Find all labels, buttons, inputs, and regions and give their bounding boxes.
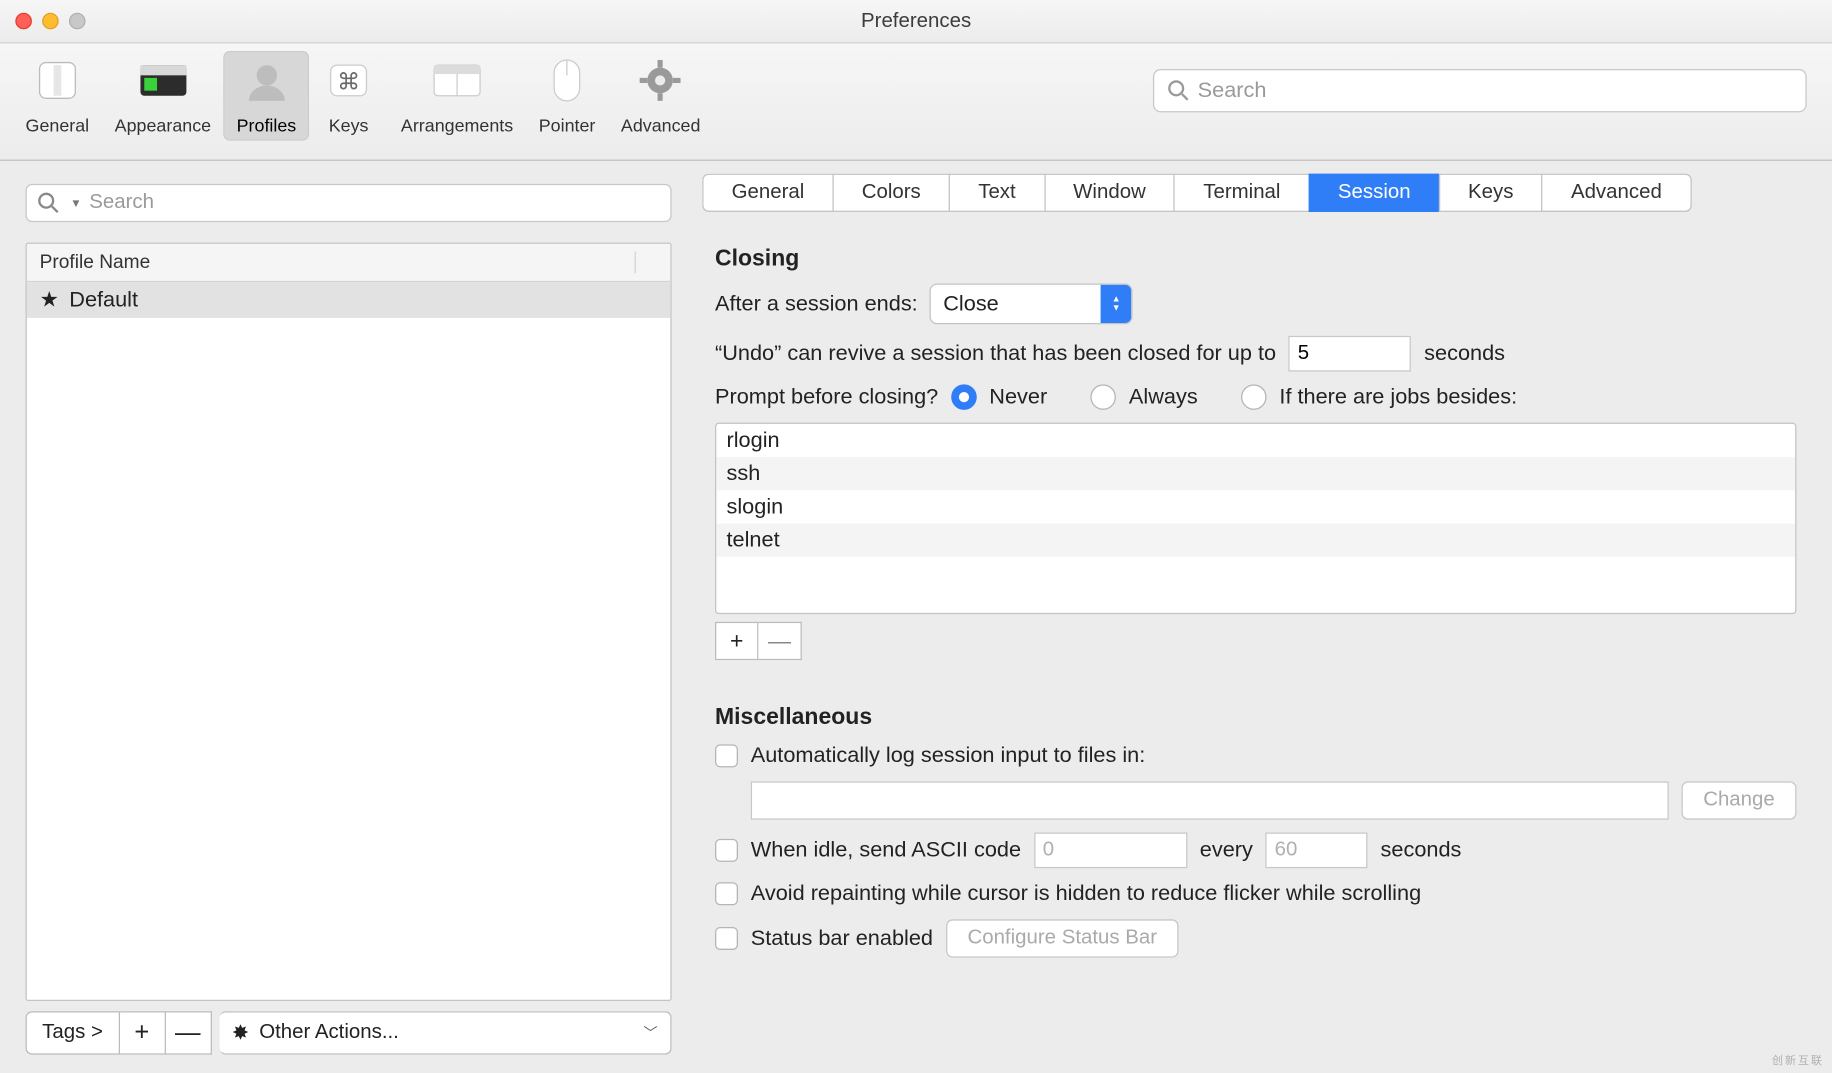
misc-heading: Miscellaneous (715, 704, 1796, 731)
profile-tabs: General Colors Text Window Terminal Sess… (702, 174, 1809, 212)
other-actions-menu[interactable]: ✸ Other Actions... ﹀ (219, 1011, 672, 1054)
add-job-button[interactable]: + (715, 622, 758, 660)
keys-icon: ⌘ (323, 54, 374, 108)
profiles-table: Profile Name ★ Default (26, 243, 672, 1001)
toolbar-item-general[interactable]: General (13, 51, 102, 140)
toolbar-item-keys[interactable]: ⌘ Keys (309, 51, 388, 140)
minimize-icon[interactable] (42, 13, 59, 30)
profiles-sidebar: ▼ Profile Name ★ Default Tags > + (0, 161, 689, 1073)
status-bar-checkbox[interactable] (715, 927, 738, 950)
idle-checkbox[interactable] (715, 839, 738, 862)
toolbar-item-profiles[interactable]: Profiles (224, 51, 309, 140)
remove-profile-button[interactable]: — (165, 1011, 211, 1054)
tab-session[interactable]: Session (1309, 174, 1439, 212)
log-path-input[interactable] (751, 781, 1669, 819)
prompt-option-always: Always (1129, 384, 1198, 410)
mouse-icon (542, 54, 593, 108)
profile-search[interactable]: ▼ (26, 184, 672, 222)
window-title: Preferences (0, 10, 1832, 33)
profile-search-input[interactable] (89, 192, 660, 215)
undo-label-prefix: “Undo” can revive a session that has bee… (715, 341, 1276, 367)
traffic-lights (15, 13, 85, 30)
sidebar-actions: Tags > + — ✸ Other Actions... ﹀ (26, 1011, 672, 1054)
tab-window[interactable]: Window (1044, 174, 1174, 212)
tab-colors[interactable]: Colors (832, 174, 948, 212)
arrangements-icon (432, 54, 483, 108)
maximize-icon (69, 13, 86, 30)
toolbar-item-appearance[interactable]: Appearance (102, 51, 224, 140)
sliders-icon (32, 54, 83, 108)
toolbar-item-pointer[interactable]: Pointer (526, 51, 608, 140)
chevron-down-icon[interactable]: ▼ (70, 197, 81, 210)
gear-icon (635, 54, 686, 108)
change-log-path-button[interactable]: Change (1681, 781, 1796, 819)
tab-text[interactable]: Text (949, 174, 1044, 212)
after-session-ends-label: After a session ends: (715, 291, 918, 317)
prompt-radio-always[interactable] (1091, 384, 1117, 410)
prompt-before-closing-label: Prompt before closing? (715, 384, 938, 410)
toolbar-item-advanced[interactable]: Advanced (608, 51, 713, 140)
jobs-list-buttons: + — (715, 622, 1796, 660)
search-icon (37, 192, 60, 215)
jobs-list-item[interactable]: rlogin (716, 424, 1795, 457)
remove-job-button[interactable]: — (758, 622, 801, 660)
search-icon (1167, 79, 1190, 102)
prompt-radio-jobs[interactable] (1241, 384, 1267, 410)
profiles-header-divider (635, 252, 658, 274)
prompt-option-jobs: If there are jobs besides: (1279, 384, 1517, 410)
auto-log-label: Automatically log session input to files… (751, 743, 1146, 769)
profiles-header: Profile Name (27, 244, 671, 282)
idle-every-label: every (1200, 838, 1253, 864)
close-icon[interactable] (15, 13, 32, 30)
jobs-list-item[interactable] (716, 557, 1795, 590)
tab-advanced[interactable]: Advanced (1542, 174, 1692, 212)
prompt-option-never: Never (989, 384, 1047, 410)
jobs-list-item[interactable]: slogin (716, 490, 1795, 523)
profile-panel: General Colors Text Window Terminal Sess… (689, 161, 1832, 1073)
profiles-header-name[interactable]: Profile Name (40, 252, 635, 274)
jobs-list-item[interactable]: ssh (716, 457, 1795, 490)
idle-seconds-input[interactable]: 60 (1266, 832, 1368, 868)
tags-button[interactable]: Tags > (26, 1011, 120, 1054)
closing-heading: Closing (715, 245, 1796, 272)
tab-general[interactable]: General (702, 174, 832, 212)
other-actions-label: Other Actions... (259, 1021, 399, 1044)
jobs-list-item[interactable]: telnet (716, 523, 1795, 556)
avoid-repaint-label: Avoid repainting while cursor is hidden … (751, 881, 1421, 907)
toolbar-search-input[interactable] (1198, 78, 1793, 104)
chevron-down-icon: ﹀ (644, 1023, 658, 1043)
select-handle-icon: ▲▼ (1101, 285, 1132, 323)
status-bar-label: Status bar enabled (751, 926, 933, 952)
tab-terminal[interactable]: Terminal (1174, 174, 1309, 212)
profile-icon (241, 54, 292, 108)
idle-label-prefix: When idle, send ASCII code (751, 838, 1021, 864)
profile-name: Default (69, 287, 138, 313)
appearance-icon (137, 54, 188, 108)
auto-log-checkbox[interactable] (715, 744, 738, 767)
avoid-repaint-checkbox[interactable] (715, 882, 738, 905)
titlebar: Preferences (0, 0, 1832, 43)
star-icon: ★ (40, 287, 59, 313)
gear-icon: ✸ (232, 1020, 249, 1046)
after-session-ends-value: Close (930, 285, 1100, 323)
tab-keys[interactable]: Keys (1439, 174, 1542, 212)
profile-row[interactable]: ★ Default (27, 282, 671, 318)
add-profile-button[interactable]: + (120, 1011, 166, 1054)
toolbar: General Appearance Profiles ⌘ Keys Arran… (0, 43, 1832, 160)
svg-text:⌘: ⌘ (337, 68, 360, 94)
after-session-ends-select[interactable]: Close ▲▼ (930, 285, 1131, 323)
undo-label-suffix: seconds (1424, 341, 1505, 367)
watermark: 创新互联 (1772, 1052, 1824, 1068)
undo-seconds-input[interactable] (1289, 336, 1412, 372)
idle-code-input[interactable]: 0 (1034, 832, 1187, 868)
jobs-list[interactable]: rlogin ssh slogin telnet (715, 423, 1796, 615)
toolbar-item-arrangements[interactable]: Arrangements (388, 51, 526, 140)
toolbar-search[interactable] (1153, 69, 1807, 112)
prompt-radio-never[interactable] (951, 384, 977, 410)
idle-suffix-label: seconds (1381, 838, 1462, 864)
configure-status-bar-button[interactable]: Configure Status Bar (946, 919, 1179, 957)
